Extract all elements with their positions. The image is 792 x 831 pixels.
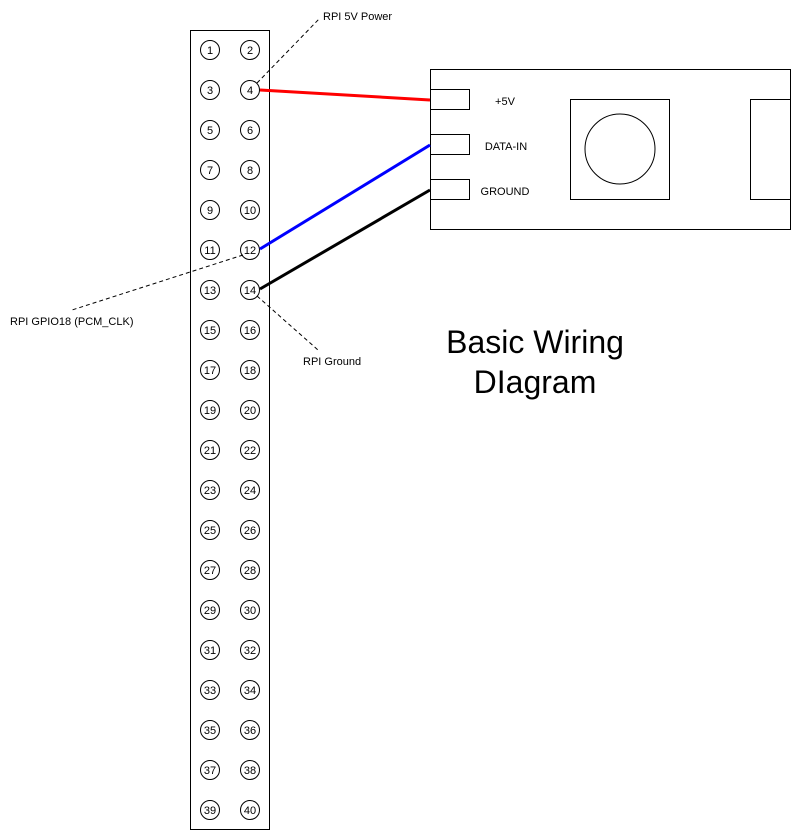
gpio-pin-number: 22 — [244, 445, 256, 457]
gpio-pin-number: 8 — [247, 165, 253, 177]
gpio-pin: 35 — [200, 720, 220, 740]
gpio-pin-number: 1 — [207, 45, 213, 57]
gpio-pin-number: 7 — [207, 165, 213, 177]
terminal-ground-label: GROUND — [481, 186, 530, 198]
gpio-pin-number: 21 — [204, 445, 216, 457]
gpio-pin: 25 — [200, 520, 220, 540]
gpio-pin-number: 20 — [244, 405, 256, 417]
gpio-pin-number: 37 — [204, 765, 216, 777]
wire-ground — [259, 188, 431, 291]
diagram-title-line2: DIagram — [473, 364, 597, 400]
gpio-pin: 33 — [200, 680, 220, 700]
gpio-pin: 31 — [200, 640, 220, 660]
gpio-pin-number: 15 — [204, 325, 216, 337]
gpio-pin: 36 — [240, 720, 260, 740]
gpio-pin-number: 10 — [244, 205, 256, 217]
terminal-power-label: +5V — [495, 96, 516, 108]
gpio-pin-number: 24 — [244, 485, 256, 497]
wiring-diagram: 1 23 45 67 89 1011 1213 1415 1617 1819 2021 2223 242… — [10, 11, 791, 830]
gpio-header — [190, 30, 270, 830]
gpio-pin-number: 13 — [204, 285, 216, 297]
gpio-pin: 10 — [240, 200, 260, 220]
diagram-title: Basic Wiring DIagram — [420, 322, 650, 402]
gpio-pin-number: 12 — [244, 245, 256, 257]
gpio-pin: 40 — [240, 800, 260, 820]
gpio-pin: 17 — [200, 360, 220, 380]
gpio-pin: 29 — [200, 600, 220, 620]
gpio-pin-number: 30 — [244, 605, 256, 617]
gpio-pin: 3 — [200, 80, 220, 100]
gpio-pin: 22 — [240, 440, 260, 460]
gpio-pin-number: 9 — [207, 205, 213, 217]
callout-label-ground: RPI Ground — [303, 356, 361, 368]
gpio-pin-number: 28 — [244, 565, 256, 577]
led-lens — [584, 113, 656, 185]
gpio-pin-number: 40 — [244, 805, 256, 817]
gpio-pin: 32 — [240, 640, 260, 660]
gpio-pin: 9 — [200, 200, 220, 220]
gpio-pin: 11 — [200, 240, 220, 260]
gpio-pin: 14 — [240, 280, 260, 300]
gpio-pin: 2 — [240, 40, 260, 60]
gpio-pin-number: 33 — [204, 685, 216, 697]
gpio-pin: 1 — [200, 40, 220, 60]
gpio-pin-number: 25 — [204, 525, 216, 537]
gpio-pin-number: 5 — [207, 125, 213, 137]
callout-label-power: RPI 5V Power — [323, 11, 392, 23]
gpio-pin-number: 6 — [247, 125, 253, 137]
gpio-pin: 19 — [200, 400, 220, 420]
callout-label-gpio: RPI GPIO18 (PCM_CLK) — [10, 316, 133, 328]
wire-power — [259, 88, 431, 102]
gpio-pin-number: 4 — [247, 85, 253, 97]
gpio-pin-number: 23 — [204, 485, 216, 497]
gpio-pin-number: 29 — [204, 605, 216, 617]
gpio-pin-number: 11 — [204, 245, 215, 257]
gpio-pin-number: 16 — [244, 325, 256, 337]
terminal-ground-pad — [430, 179, 470, 200]
gpio-pin-number: 17 — [204, 365, 216, 377]
gpio-pin: 28 — [240, 560, 260, 580]
terminal-data-pad — [430, 134, 470, 155]
gpio-pin: 30 — [240, 600, 260, 620]
gpio-pin-number: 34 — [244, 685, 256, 697]
diagram-title-line1: Basic Wiring — [446, 324, 624, 360]
gpio-pin: 6 — [240, 120, 260, 140]
gpio-pin: 26 — [240, 520, 260, 540]
gpio-pin-number: 2 — [247, 45, 253, 57]
gpio-pin: 5 — [200, 120, 220, 140]
gpio-pin: 37 — [200, 760, 220, 780]
terminal-data-label: DATA-IN — [485, 141, 527, 153]
gpio-pin-number: 32 — [244, 645, 256, 657]
wire-data — [259, 143, 431, 251]
gpio-pin: 8 — [240, 160, 260, 180]
gpio-pin-number: 14 — [244, 285, 256, 297]
terminal-power-pad — [430, 89, 470, 110]
gpio-pin: 16 — [240, 320, 260, 340]
gpio-pin: 27 — [200, 560, 220, 580]
gpio-pin-number: 35 — [204, 725, 216, 737]
gpio-pin: 13 — [200, 280, 220, 300]
gpio-pin: 7 — [200, 160, 220, 180]
gpio-pin-number: 31 — [204, 645, 216, 657]
gpio-pin: 24 — [240, 480, 260, 500]
gpio-pin: 15 — [200, 320, 220, 340]
gpio-pin: 23 — [200, 480, 220, 500]
gpio-pin: 34 — [240, 680, 260, 700]
gpio-pin-number: 27 — [204, 565, 216, 577]
gpio-pin-number: 38 — [244, 765, 256, 777]
gpio-pin: 20 — [240, 400, 260, 420]
gpio-pin-number: 19 — [204, 405, 216, 417]
gpio-pin-number: 39 — [204, 805, 216, 817]
gpio-pin-number: 18 — [244, 365, 256, 377]
gpio-pin: 18 — [240, 360, 260, 380]
gpio-pin: 4 — [240, 80, 260, 100]
gpio-pin: 39 — [200, 800, 220, 820]
gpio-pin-number: 36 — [244, 725, 256, 737]
gpio-pin-number: 3 — [207, 85, 213, 97]
next-led-chip — [750, 99, 791, 200]
gpio-pin: 38 — [240, 760, 260, 780]
gpio-pin-number: 26 — [244, 525, 256, 537]
gpio-pin: 21 — [200, 440, 220, 460]
gpio-pin: 12 — [240, 240, 260, 260]
